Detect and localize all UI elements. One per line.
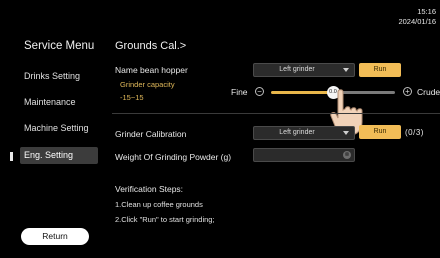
clock: 15:16 2024/01/16 bbox=[398, 7, 436, 27]
calibration-counter: (0/3) bbox=[405, 128, 424, 137]
grinder-capacity-label: Grinder capacity bbox=[120, 80, 175, 89]
bean-hopper-run-button[interactable]: Run bbox=[359, 63, 401, 77]
calibration-select-value: Left grinder bbox=[279, 129, 315, 136]
fine-label: Fine bbox=[231, 87, 248, 97]
verification-step-2: 2.Click "Run" to start grinding; bbox=[115, 215, 215, 224]
sidebar-title: Service Menu bbox=[24, 40, 95, 52]
crude-label: Crude bbox=[417, 87, 440, 97]
weight-label: Weight Of Grinding Powder (g) bbox=[115, 152, 232, 162]
calibration-select[interactable]: Left grinder bbox=[253, 126, 355, 140]
bean-hopper-select[interactable]: Left grinder bbox=[253, 63, 355, 77]
active-item-marker bbox=[10, 152, 13, 161]
sidebar-item-maintenance[interactable]: Maintenance bbox=[20, 94, 98, 111]
slider-track-filled bbox=[271, 91, 333, 94]
verification-title: Verification Steps: bbox=[115, 184, 184, 194]
grinder-capacity-range: -15~15 bbox=[120, 93, 144, 102]
clock-date: 2024/01/16 bbox=[398, 17, 436, 26]
minus-circle-icon[interactable]: − bbox=[255, 87, 264, 96]
grinder-calibration-label: Grinder Calibration bbox=[115, 129, 187, 139]
verification-step-1: 1.Clean up coffee grounds bbox=[115, 200, 203, 209]
calibration-run-button[interactable]: Run bbox=[359, 125, 401, 139]
sidebar-item-eng-setting[interactable]: Eng. Setting bbox=[20, 147, 98, 164]
return-button[interactable]: Return bbox=[21, 228, 89, 245]
chevron-down-icon bbox=[343, 68, 349, 72]
weight-input[interactable]: ⊗ bbox=[253, 148, 355, 162]
page-title: Grounds Cal.> bbox=[115, 40, 187, 52]
bean-hopper-select-value: Left grinder bbox=[279, 66, 315, 73]
plus-circle-icon[interactable]: + bbox=[403, 87, 412, 96]
clock-time: 15:16 bbox=[417, 7, 436, 16]
sidebar-item-machine-setting[interactable]: Machine Setting bbox=[20, 120, 98, 137]
sidebar-item-drinks-setting[interactable]: Drinks Setting bbox=[20, 68, 98, 85]
clear-icon[interactable]: ⊗ bbox=[343, 151, 351, 159]
section-divider bbox=[112, 113, 440, 114]
chevron-down-icon bbox=[343, 131, 349, 135]
bean-hopper-label: Name bean hopper bbox=[115, 65, 188, 75]
